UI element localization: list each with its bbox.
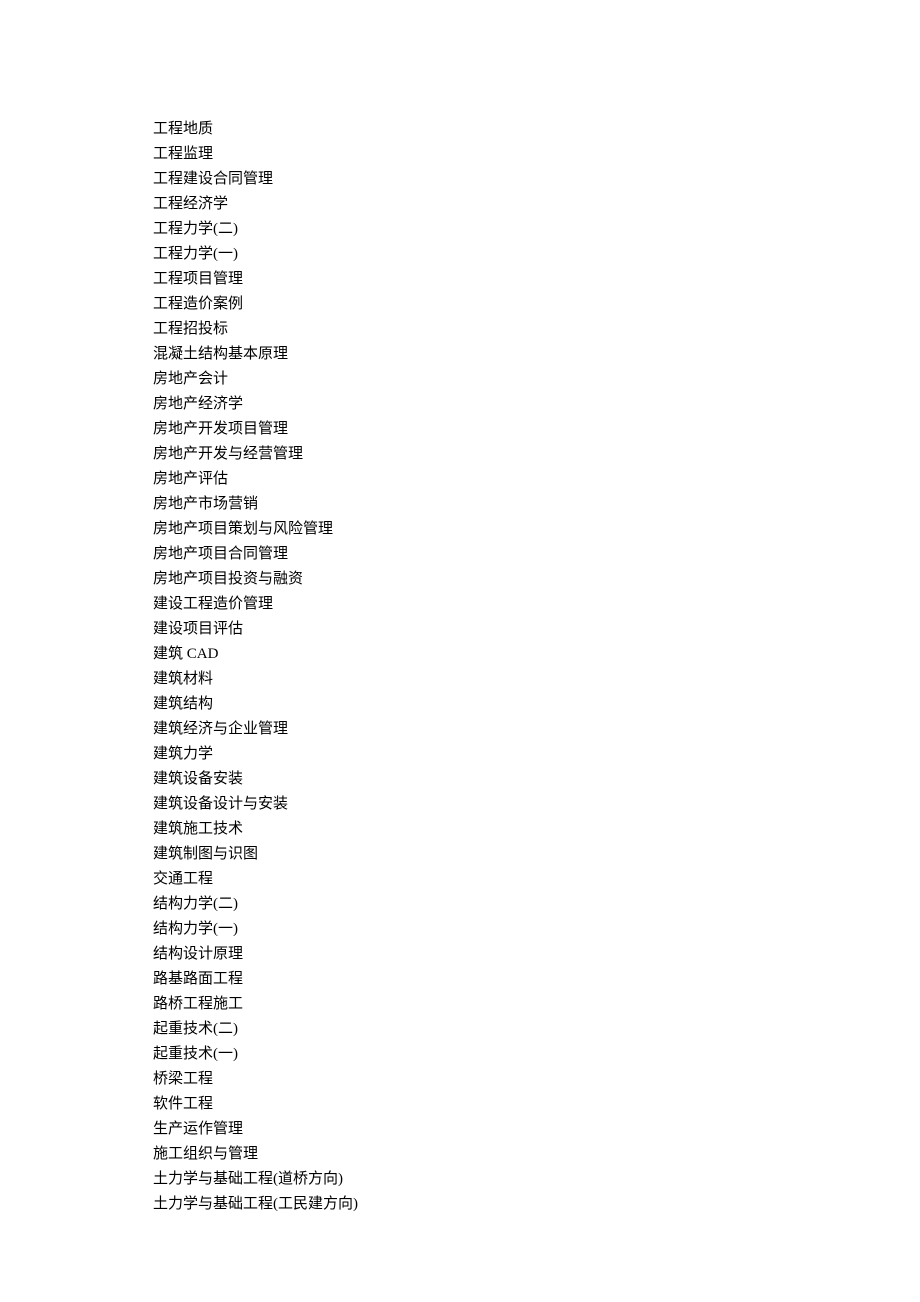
course-item: 建设项目评估 bbox=[153, 617, 920, 642]
course-list: 工程地质工程监理工程建设合同管理工程经济学工程力学(二)工程力学(一)工程项目管… bbox=[153, 117, 920, 1217]
course-item: 工程力学(二) bbox=[153, 217, 920, 242]
course-item: 工程力学(一) bbox=[153, 242, 920, 267]
course-item: 建筑经济与企业管理 bbox=[153, 717, 920, 742]
course-item: 工程建设合同管理 bbox=[153, 167, 920, 192]
course-item: 建筑力学 bbox=[153, 742, 920, 767]
course-item: 建设工程造价管理 bbox=[153, 592, 920, 617]
course-item: 混凝土结构基本原理 bbox=[153, 342, 920, 367]
course-item: 工程项目管理 bbox=[153, 267, 920, 292]
course-item: 起重技术(二) bbox=[153, 1017, 920, 1042]
course-item: 建筑制图与识图 bbox=[153, 842, 920, 867]
course-item: 房地产项目策划与风险管理 bbox=[153, 517, 920, 542]
course-item: 软件工程 bbox=[153, 1092, 920, 1117]
course-item: 建筑设备设计与安装 bbox=[153, 792, 920, 817]
course-item: 建筑施工技术 bbox=[153, 817, 920, 842]
course-item: 房地产经济学 bbox=[153, 392, 920, 417]
course-item: 工程招投标 bbox=[153, 317, 920, 342]
course-item: 建筑 CAD bbox=[153, 642, 920, 667]
course-item: 工程造价案例 bbox=[153, 292, 920, 317]
course-item: 建筑结构 bbox=[153, 692, 920, 717]
course-item: 结构力学(一) bbox=[153, 917, 920, 942]
course-item: 房地产市场营销 bbox=[153, 492, 920, 517]
course-item: 土力学与基础工程(工民建方向) bbox=[153, 1192, 920, 1217]
course-item: 工程监理 bbox=[153, 142, 920, 167]
course-item: 建筑设备安装 bbox=[153, 767, 920, 792]
course-item: 桥梁工程 bbox=[153, 1067, 920, 1092]
course-item: 房地产项目合同管理 bbox=[153, 542, 920, 567]
course-item: 房地产项目投资与融资 bbox=[153, 567, 920, 592]
course-item: 生产运作管理 bbox=[153, 1117, 920, 1142]
course-item: 施工组织与管理 bbox=[153, 1142, 920, 1167]
course-item: 房地产评估 bbox=[153, 467, 920, 492]
course-item: 路基路面工程 bbox=[153, 967, 920, 992]
course-item: 房地产会计 bbox=[153, 367, 920, 392]
course-item: 起重技术(一) bbox=[153, 1042, 920, 1067]
course-item: 建筑材料 bbox=[153, 667, 920, 692]
course-item: 结构力学(二) bbox=[153, 892, 920, 917]
course-item: 交通工程 bbox=[153, 867, 920, 892]
course-item: 房地产开发与经营管理 bbox=[153, 442, 920, 467]
course-item: 房地产开发项目管理 bbox=[153, 417, 920, 442]
course-item: 工程经济学 bbox=[153, 192, 920, 217]
course-item: 土力学与基础工程(道桥方向) bbox=[153, 1167, 920, 1192]
course-item: 工程地质 bbox=[153, 117, 920, 142]
course-item: 路桥工程施工 bbox=[153, 992, 920, 1017]
course-item: 结构设计原理 bbox=[153, 942, 920, 967]
